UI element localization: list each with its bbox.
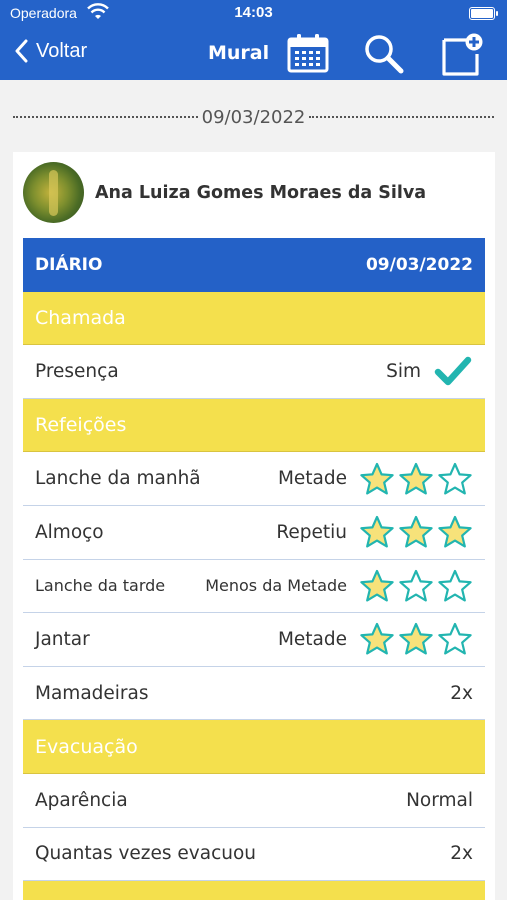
meal-amount: Metade (277, 468, 347, 490)
star-filled-icon (360, 623, 394, 655)
meal-row: Lanche da tarde Menos da Metade (23, 560, 485, 614)
avatar (23, 162, 84, 223)
diary-title: DIÁRIO (35, 254, 103, 275)
diary-table: DIÁRIO 09/03/2022 Chamada Presença Sim R… (23, 238, 485, 900)
chevron-left-icon (15, 39, 28, 63)
star-filled-icon (399, 462, 433, 495)
mamadeiras-label: Mamadeiras (35, 682, 149, 704)
meal-label: Almoço (35, 521, 104, 543)
star-filled-icon (360, 516, 394, 548)
section-evacuacao: Evacuação (23, 720, 485, 774)
meal-row: Jantar Metade (23, 613, 485, 667)
star-empty-icon (399, 569, 433, 602)
meal-label: Lanche da manhã (35, 468, 201, 490)
rating-stars (359, 462, 473, 496)
battery-icon (469, 7, 498, 20)
section-refeicoes: Refeições (23, 398, 485, 453)
date-separator: 09/03/2022 (13, 104, 494, 130)
aparencia-label: Aparência (35, 789, 128, 811)
mamadeiras-value: 2x (450, 682, 473, 704)
date-separator-label: 09/03/2022 (201, 106, 306, 128)
star-filled-icon (438, 516, 472, 548)
page-title: Mural (208, 42, 270, 64)
star-filled-icon (360, 462, 394, 495)
meal-label: Jantar (35, 628, 90, 650)
rating-stars (359, 622, 473, 656)
star-filled-icon (360, 569, 394, 602)
nav-bar: Voltar Mural (0, 28, 507, 80)
rating-stars (359, 569, 473, 603)
diary-header: DIÁRIO 09/03/2022 (23, 238, 485, 292)
diary-card: Ana Luiza Gomes Moraes da Silva DIÁRIO 0… (13, 152, 495, 900)
student-name: Ana Luiza Gomes Moraes da Silva (95, 182, 427, 203)
meal-label: Lanche da tarde (35, 576, 166, 596)
meal-amount: Metade (277, 628, 347, 650)
aparencia-value: Normal (406, 789, 473, 811)
dotted-divider (309, 116, 494, 118)
meal-row: Lanche da manhã Metade (23, 452, 485, 506)
quantas-row: Quantas vezes evacuou 2x (23, 828, 485, 882)
meal-row: Almoço Repetiu (23, 506, 485, 560)
back-label: Voltar (36, 39, 88, 62)
star-empty-icon (438, 569, 472, 602)
add-note-icon[interactable] (439, 32, 485, 82)
search-icon[interactable] (362, 32, 406, 80)
section-label: Refeições (35, 414, 127, 437)
star-filled-icon (399, 623, 433, 655)
meal-amount: Repetiu (276, 521, 347, 543)
presenca-row: Presença Sim (23, 345, 485, 399)
section-chamada: Chamada (23, 291, 485, 346)
mamadeiras-row: Mamadeiras 2x (23, 667, 485, 721)
back-button[interactable]: Voltar (14, 39, 87, 63)
dotted-divider (13, 116, 198, 118)
clock: 14:03 (234, 4, 273, 21)
rating-stars (359, 515, 473, 549)
student-header[interactable]: Ana Luiza Gomes Moraes da Silva (23, 162, 426, 223)
meal-amount: Menos da Metade (205, 576, 347, 596)
aparencia-row: Aparência Normal (23, 774, 485, 828)
quantas-value: 2x (450, 843, 473, 865)
section-next (23, 881, 485, 900)
diary-date: 09/03/2022 (365, 254, 473, 275)
status-bar: Operadora 14:03 (0, 0, 507, 28)
quantas-label: Quantas vezes evacuou (35, 843, 257, 865)
section-label: Chamada (35, 306, 126, 329)
presenca-label: Presença (35, 360, 119, 382)
calendar-icon[interactable] (286, 32, 330, 78)
check-icon (434, 357, 472, 386)
star-empty-icon (438, 462, 472, 495)
star-empty-icon (438, 623, 472, 655)
presenca-value: Sim (386, 360, 421, 382)
section-label: Evacuação (35, 735, 138, 758)
star-filled-icon (399, 516, 433, 548)
